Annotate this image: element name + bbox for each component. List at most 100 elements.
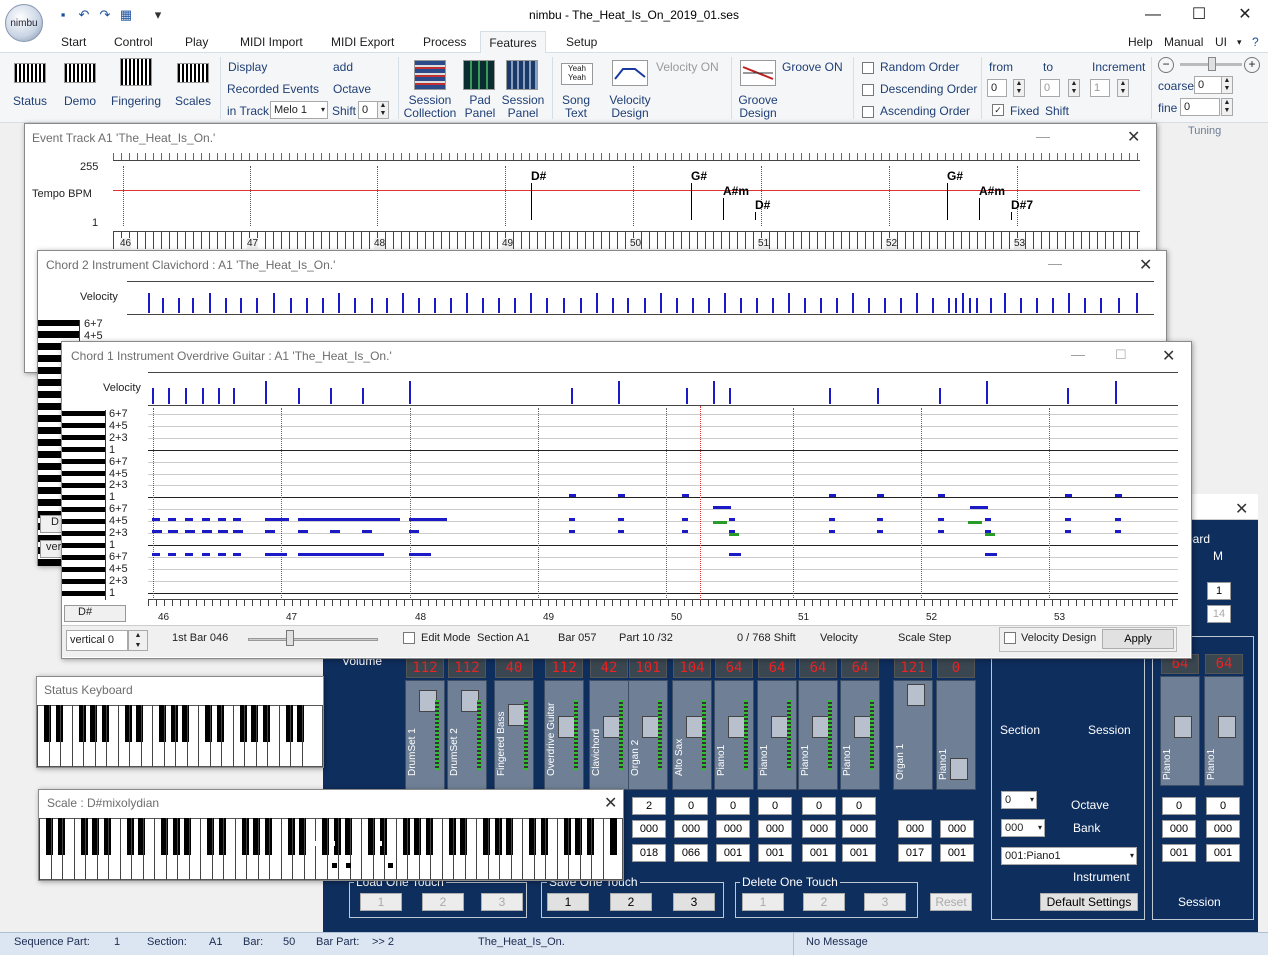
white-key-edge[interactable] xyxy=(602,818,604,880)
scales-icon[interactable] xyxy=(177,63,209,83)
velocity-bar[interactable] xyxy=(546,298,548,313)
tab-midi-export[interactable]: MIDI Export xyxy=(327,31,398,53)
white-key-edge[interactable] xyxy=(232,705,234,767)
tab-start[interactable]: Start xyxy=(57,31,90,53)
velocity-bar[interactable] xyxy=(1136,293,1138,313)
note[interactable] xyxy=(985,533,995,536)
mixer-value[interactable]: 0 xyxy=(802,797,836,815)
velocity-bar[interactable] xyxy=(482,298,484,313)
velocity-bar[interactable] xyxy=(729,388,731,404)
note[interactable] xyxy=(233,553,241,556)
ascending-order-checkbox[interactable] xyxy=(862,106,874,118)
white-key-edge[interactable] xyxy=(106,705,107,767)
white-key-edge[interactable] xyxy=(117,705,119,767)
mixer-bank-value[interactable]: 000 xyxy=(758,820,792,838)
white-key-edge[interactable] xyxy=(430,818,431,880)
note[interactable] xyxy=(1115,494,1122,497)
help-menu[interactable]: Help xyxy=(1124,31,1157,53)
white-key-edge[interactable] xyxy=(280,818,282,880)
black-key[interactable] xyxy=(285,705,293,743)
note[interactable] xyxy=(218,553,226,556)
velocity-bar[interactable] xyxy=(240,298,242,313)
white-key-edge[interactable] xyxy=(200,818,201,880)
velocity-bar[interactable] xyxy=(804,298,806,313)
black-key[interactable] xyxy=(216,705,224,743)
session-panel-button[interactable]: Session Panel xyxy=(500,94,546,120)
white-key-edge[interactable] xyxy=(129,705,130,767)
increment-spinner[interactable]: ▲ ▼ xyxy=(1117,79,1129,97)
to-input[interactable]: 0 xyxy=(1040,79,1060,97)
black-key[interactable] xyxy=(159,705,166,743)
ui-menu[interactable]: UI xyxy=(1211,31,1231,53)
velocity-bar[interactable] xyxy=(618,381,620,404)
mixer-extra-bank[interactable]: 000 xyxy=(898,820,932,838)
velocity-bar[interactable] xyxy=(756,298,758,313)
white-key-edge[interactable] xyxy=(326,818,328,880)
velocity-bar[interactable] xyxy=(713,381,715,404)
status-keyboard-icon[interactable] xyxy=(14,63,46,83)
velocity-bar[interactable] xyxy=(829,388,831,404)
black-key[interactable] xyxy=(57,818,65,856)
black-key[interactable] xyxy=(55,705,63,743)
velocity-bar[interactable] xyxy=(820,298,822,313)
velocity-bar[interactable] xyxy=(192,298,194,313)
shift-spinner[interactable]: ▲ ▼ xyxy=(377,101,389,119)
mixer-bank-value[interactable]: 000 xyxy=(842,820,876,838)
groove-design-icon[interactable] xyxy=(740,60,776,86)
white-key-edge[interactable] xyxy=(152,705,153,767)
white-key-edge[interactable] xyxy=(37,705,38,767)
black-key[interactable] xyxy=(297,705,304,743)
velocity-bar[interactable] xyxy=(986,381,988,404)
white-key-edge[interactable] xyxy=(545,818,546,880)
velocity-bar[interactable] xyxy=(1068,293,1070,313)
black-key[interactable] xyxy=(253,818,260,856)
black-key[interactable] xyxy=(402,818,410,856)
reset-button[interactable]: Reset xyxy=(930,893,972,911)
note[interactable] xyxy=(829,494,836,497)
black-key[interactable] xyxy=(138,818,145,856)
channel-fader[interactable] xyxy=(950,758,968,780)
fixed-checkbox[interactable]: ✓ xyxy=(992,104,1004,116)
fine-input[interactable]: 0 xyxy=(1180,98,1220,116)
note[interactable] xyxy=(618,530,624,533)
black-key[interactable] xyxy=(44,705,51,743)
black-key[interactable] xyxy=(368,818,375,856)
black-key[interactable] xyxy=(414,818,421,856)
note[interactable] xyxy=(218,530,228,533)
note[interactable] xyxy=(265,518,289,521)
delete-1-button[interactable]: 1 xyxy=(742,893,784,911)
velocity-bar[interactable] xyxy=(218,388,220,404)
white-key-edge[interactable] xyxy=(257,818,259,880)
black-key[interactable] xyxy=(460,818,467,856)
session-panel-icon[interactable] xyxy=(506,60,538,90)
velocity-bar[interactable] xyxy=(990,298,992,313)
mixer-bank-value[interactable]: 000 xyxy=(802,820,836,838)
load-1-button[interactable]: 1 xyxy=(360,893,402,911)
close-icon[interactable]: ✕ xyxy=(1139,255,1152,275)
white-key-edge[interactable] xyxy=(418,818,420,880)
velocity-bar[interactable] xyxy=(330,388,332,404)
note[interactable] xyxy=(233,530,243,533)
velocity-bar[interactable] xyxy=(1100,298,1102,313)
note[interactable] xyxy=(569,530,575,533)
white-key-edge[interactable] xyxy=(290,705,291,767)
random-order-checkbox[interactable] xyxy=(862,62,874,74)
velocity-bar[interactable] xyxy=(256,298,258,313)
velocity-bar[interactable] xyxy=(852,293,854,313)
black-key[interactable] xyxy=(540,818,548,856)
white-key-edge[interactable] xyxy=(278,705,280,767)
mixer-bank-value[interactable]: 000 xyxy=(716,820,750,838)
session-program-value[interactable]: 001 xyxy=(1206,844,1240,862)
fingering-icon[interactable] xyxy=(120,58,152,86)
session-bank-value[interactable]: 000 xyxy=(1206,820,1240,838)
velocity-bar[interactable] xyxy=(1115,381,1117,404)
first-bar-slider[interactable] xyxy=(248,638,378,641)
note[interactable] xyxy=(409,553,431,556)
white-key-edge[interactable] xyxy=(246,818,247,880)
black-key[interactable] xyxy=(90,705,97,743)
white-key-edge[interactable] xyxy=(60,705,61,767)
apply-button[interactable]: Apply xyxy=(1102,629,1174,649)
note[interactable] xyxy=(265,530,275,533)
velocity-bar[interactable] xyxy=(290,298,292,313)
velocity-bar[interactable] xyxy=(306,298,308,313)
